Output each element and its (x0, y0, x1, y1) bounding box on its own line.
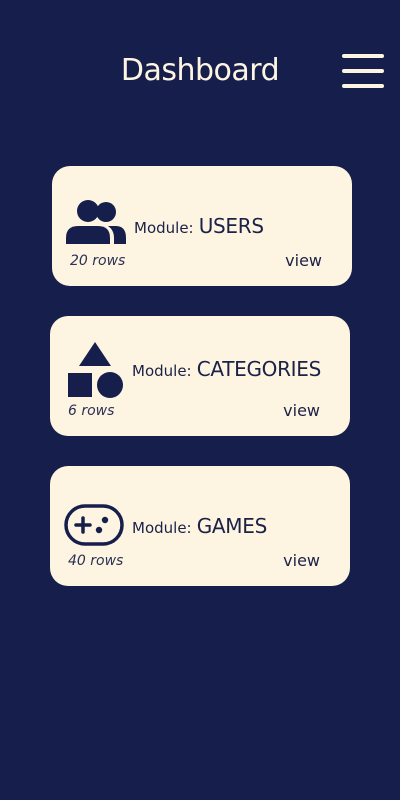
module-title: Module: CATEGORIES (132, 355, 321, 385)
hamburger-menu-icon[interactable] (340, 52, 386, 90)
row-count: 6 rows (68, 403, 115, 419)
module-title: Module: USERS (134, 212, 264, 242)
app-header: Dashboard (0, 0, 400, 140)
module-prefix: Module: (132, 519, 192, 537)
menu-line (342, 69, 384, 73)
shapes-icon (68, 342, 123, 398)
users-icon (66, 200, 126, 244)
row-count: 20 rows (70, 253, 126, 269)
view-games-link[interactable]: view (283, 551, 320, 570)
module-prefix: Module: (132, 362, 192, 380)
module-name: USERS (198, 214, 264, 238)
gamepad-icon (64, 504, 124, 546)
menu-line (342, 84, 384, 88)
view-categories-link[interactable]: view (283, 401, 320, 420)
menu-line (342, 54, 384, 58)
module-name: GAMES (196, 514, 268, 538)
module-title: Module: GAMES (132, 512, 267, 542)
module-card-games[interactable]: Module: GAMES 40 rows view (50, 466, 350, 586)
view-users-link[interactable]: view (285, 251, 322, 270)
module-name: CATEGORIES (196, 357, 322, 381)
module-card-users[interactable]: Module: USERS 20 rows view (52, 166, 352, 286)
module-card-categories[interactable]: Module: CATEGORIES 6 rows view (50, 316, 350, 436)
module-prefix: Module: (134, 219, 194, 237)
row-count: 40 rows (68, 553, 124, 569)
